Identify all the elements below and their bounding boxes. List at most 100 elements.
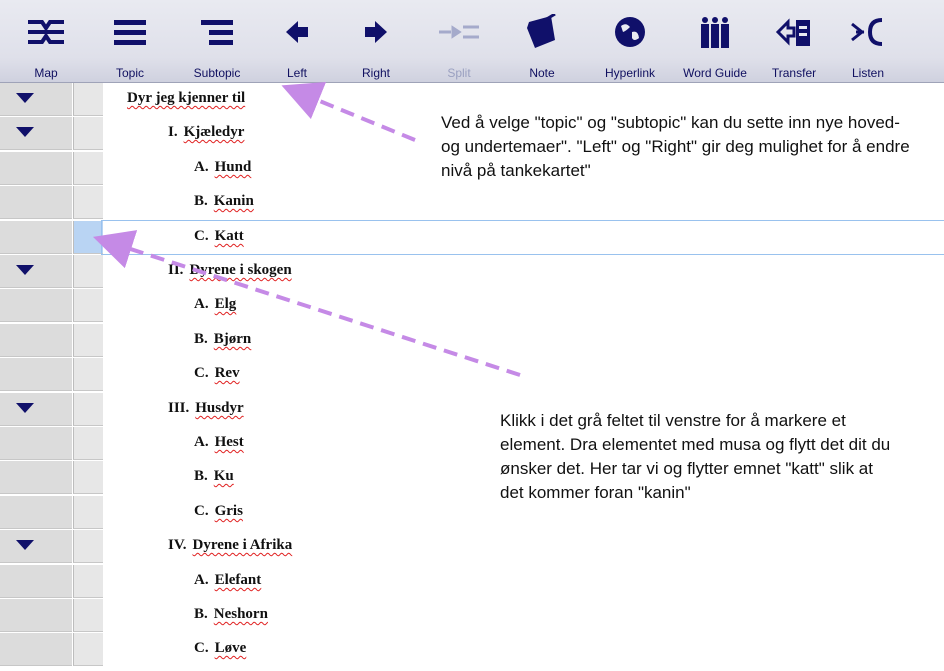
topic-button[interactable]: Topic — [90, 4, 170, 80]
expand-cell[interactable] — [0, 461, 72, 494]
outline-text[interactable]: Dyr jeg kjenner til — [127, 90, 245, 106]
drag-handle[interactable] — [73, 324, 103, 357]
listen-button[interactable]: Listen — [828, 4, 908, 80]
hyperlink-button[interactable]: Hyperlink — [590, 4, 670, 80]
drag-handle[interactable] — [73, 530, 103, 563]
expand-cell[interactable] — [0, 633, 72, 666]
outline-text[interactable]: Løve — [215, 640, 247, 656]
outline-text[interactable]: Neshorn — [214, 606, 268, 622]
outline-text[interactable]: Dyrene i skogen — [189, 262, 291, 278]
drag-handle[interactable] — [73, 186, 103, 219]
row-gutter — [0, 83, 103, 671]
expand-cell[interactable] — [0, 358, 72, 391]
left-button[interactable]: Left — [257, 4, 337, 80]
outline-text[interactable]: Kanin — [214, 193, 254, 209]
outline-item[interactable]: II. Dyrene i skogen — [168, 262, 292, 279]
expand-cell[interactable] — [0, 324, 72, 357]
expand-cell[interactable] — [0, 117, 72, 150]
outline-item[interactable]: III. Husdyr — [168, 400, 244, 417]
outline-item[interactable]: B. Neshorn — [194, 606, 268, 623]
expand-cell[interactable] — [0, 393, 72, 426]
outline-row[interactable]: C. Katt — [101, 220, 944, 255]
outline-item[interactable]: B. Kanin — [194, 193, 254, 210]
drag-handle[interactable] — [73, 599, 103, 632]
outline-item[interactable]: C. Katt — [194, 228, 244, 245]
drag-handle[interactable] — [73, 496, 103, 529]
outline-item[interactable]: A. Hund — [194, 159, 251, 176]
drag-handle[interactable] — [73, 633, 103, 666]
outline-text[interactable]: Katt — [215, 228, 244, 244]
expand-cell[interactable] — [0, 152, 72, 185]
outline-row[interactable]: II. Dyrene i skogen — [102, 255, 944, 288]
drag-handle[interactable] — [73, 393, 103, 426]
outline-text[interactable]: Gris — [215, 503, 243, 519]
outline-row[interactable]: B. Neshorn — [102, 599, 944, 632]
outline-item[interactable]: A. Elg — [194, 296, 236, 313]
disclosure-triangle-icon[interactable] — [16, 403, 34, 413]
outline-row[interactable]: A. Elefant — [102, 565, 944, 598]
outline-text[interactable]: Dyrene i Afrika — [193, 537, 293, 553]
expand-cell[interactable] — [0, 565, 72, 598]
disclosure-triangle-icon[interactable] — [16, 127, 34, 137]
listen-icon — [846, 10, 890, 54]
expand-cell[interactable] — [0, 496, 72, 529]
outline-item[interactable]: A. Elefant — [194, 572, 261, 589]
expand-cell[interactable] — [0, 289, 72, 322]
drag-handle[interactable] — [73, 152, 103, 185]
outline-row[interactable]: C. Rev — [102, 358, 944, 391]
disclosure-triangle-icon[interactable] — [16, 93, 34, 103]
disclosure-triangle-icon[interactable] — [16, 540, 34, 550]
outline-text[interactable]: Ku — [214, 468, 234, 484]
outline-text[interactable]: Hest — [215, 434, 244, 450]
expand-cell[interactable] — [0, 186, 72, 219]
outline-row[interactable]: B. Kanin — [102, 186, 944, 219]
outline-item[interactable]: C. Rev — [194, 365, 240, 382]
expand-cell[interactable] — [0, 221, 72, 254]
subtopic-button[interactable]: Subtopic — [177, 4, 257, 80]
outline-text[interactable]: Elefant — [215, 572, 262, 588]
outline-row[interactable]: C. Løve — [102, 633, 944, 666]
drag-handle[interactable] — [73, 461, 103, 494]
drag-handle[interactable] — [73, 83, 103, 116]
expand-cell[interactable] — [0, 599, 72, 632]
outline-item[interactable]: B. Bjørn — [194, 331, 251, 348]
outline-text[interactable]: Bjørn — [214, 331, 252, 347]
outline-text[interactable]: Husdyr — [195, 400, 243, 416]
outline-text[interactable]: Hund — [215, 159, 252, 175]
wordguide-button[interactable]: Word Guide — [675, 4, 755, 80]
outline-item[interactable]: IV. Dyrene i Afrika — [168, 537, 292, 554]
drag-handle[interactable] — [73, 565, 103, 598]
outline-text[interactable]: Rev — [215, 365, 240, 381]
transfer-button[interactable]: Transfer — [754, 4, 834, 80]
outline-row[interactable]: A. Elg — [102, 289, 944, 322]
outline-row[interactable]: B. Bjørn — [102, 324, 944, 357]
map-button[interactable]: Map — [6, 4, 86, 80]
outline-row[interactable]: IV. Dyrene i Afrika — [102, 530, 944, 563]
drag-handle[interactable] — [73, 358, 103, 391]
drag-handle[interactable] — [73, 289, 103, 322]
drag-handle[interactable] — [73, 117, 103, 150]
expand-cell[interactable] — [0, 83, 72, 116]
outline-item[interactable]: C. Gris — [194, 503, 243, 520]
outline-item[interactable]: A. Hest — [194, 434, 244, 451]
outline-number: A. — [194, 296, 209, 312]
outline-text[interactable]: Kjæledyr — [184, 124, 245, 140]
outline-text[interactable]: Elg — [215, 296, 237, 312]
map-icon — [24, 10, 68, 54]
outline-item[interactable]: I. Kjæledyr — [168, 124, 244, 141]
drag-handle[interactable] — [73, 255, 103, 288]
disclosure-triangle-icon[interactable] — [16, 265, 34, 275]
expand-cell[interactable] — [0, 427, 72, 460]
drag-handle[interactable] — [73, 221, 103, 254]
note-button[interactable]: Note — [502, 4, 582, 80]
outline-item[interactable]: C. Løve — [194, 640, 246, 657]
expand-cell[interactable] — [0, 255, 72, 288]
expand-cell[interactable] — [0, 530, 72, 563]
right-button[interactable]: Right — [336, 4, 416, 80]
outline-item[interactable]: Dyr jeg kjenner til — [127, 90, 245, 107]
gutter-row — [0, 633, 103, 666]
drag-handle[interactable] — [73, 427, 103, 460]
outline-number: A. — [194, 434, 209, 450]
outline-item[interactable]: B. Ku — [194, 468, 234, 485]
toolbar: Map Topic Subtopic Left Right Split Note Hyperl… — [0, 0, 944, 83]
